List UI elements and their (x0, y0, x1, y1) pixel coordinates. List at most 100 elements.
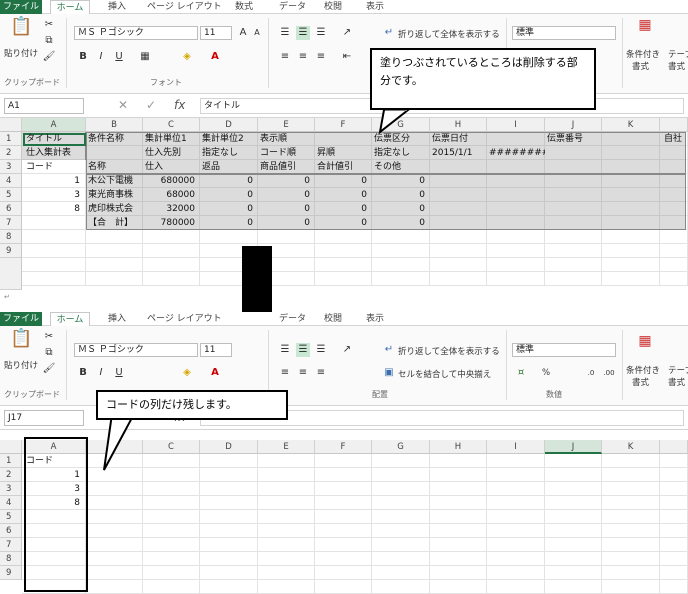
grid-cell[interactable] (430, 566, 487, 580)
grid-cell[interactable] (602, 468, 660, 482)
cell-g1[interactable]: 伝票区分 (372, 132, 430, 146)
grid-cell[interactable] (545, 468, 602, 482)
row-header[interactable]: 5 (0, 510, 22, 524)
grid-cell[interactable] (315, 272, 372, 286)
grid-cell[interactable] (372, 510, 430, 524)
enter-icon[interactable]: ✓ (146, 98, 156, 112)
grid-cell[interactable] (487, 552, 545, 566)
tab-review[interactable]: 校閲 (324, 0, 342, 14)
grid-cell[interactable] (22, 258, 86, 272)
grid-cell[interactable] (200, 510, 258, 524)
grid-cell[interactable] (143, 538, 200, 552)
font-name-select[interactable]: ＭＳ Ｐゴシック (74, 343, 198, 357)
currency-icon[interactable]: ¤ (514, 366, 528, 380)
cell-b6[interactable]: 虎印株式会 (86, 202, 143, 216)
grid-cell[interactable] (372, 524, 430, 538)
grid-cell[interactable] (315, 510, 372, 524)
column-header[interactable]: E (258, 118, 315, 132)
cell-a1[interactable]: タイトル (24, 132, 86, 146)
cell-d4[interactable]: 0 (200, 174, 255, 188)
grid-cell[interactable] (372, 230, 430, 244)
grid-cell[interactable] (86, 496, 143, 510)
grid-cell[interactable] (143, 482, 200, 496)
grid-cell[interactable] (143, 510, 200, 524)
grid-cell[interactable] (200, 538, 258, 552)
cell-c1[interactable]: 集計単位1 (143, 132, 200, 146)
row-header[interactable]: 7 (0, 538, 22, 552)
cancel-icon[interactable]: ✕ (118, 98, 128, 112)
grid-cell[interactable] (487, 468, 545, 482)
cell-a2[interactable]: 仕入集計表 (24, 146, 86, 160)
align-middle-icon[interactable]: ☰ (296, 26, 310, 40)
column-header[interactable]: H (430, 118, 487, 132)
row-header[interactable]: 4 (0, 174, 22, 188)
grid-cell[interactable] (660, 496, 688, 510)
grid-cell[interactable] (660, 454, 688, 468)
grid-cell[interactable] (200, 496, 258, 510)
grid-cell[interactable] (660, 230, 688, 244)
column-header[interactable]: J (545, 440, 602, 454)
row-header[interactable]: 2 (0, 468, 22, 482)
grid-cell[interactable] (545, 258, 602, 272)
grid-cell[interactable] (258, 496, 315, 510)
grid-cell[interactable] (143, 454, 200, 468)
number-format-select[interactable]: 標準 (512, 26, 616, 40)
grid-cell[interactable] (545, 538, 602, 552)
cell-a6[interactable]: 8 (24, 202, 82, 216)
cell-d7[interactable]: 0 (200, 216, 255, 230)
grid-cell[interactable] (372, 566, 430, 580)
column-header[interactable]: K (602, 118, 660, 132)
grid-cell[interactable] (602, 454, 660, 468)
grid-cell[interactable] (430, 272, 487, 286)
format-painter-icon[interactable]: 🖌 (42, 50, 56, 64)
grid-cell[interactable] (86, 482, 143, 496)
cell-c3[interactable]: 仕入 (143, 160, 200, 174)
grid-cell[interactable] (315, 482, 372, 496)
grid-cell[interactable] (258, 230, 315, 244)
format-painter-icon[interactable]: 🖌 (42, 362, 56, 376)
column-header[interactable]: G (372, 440, 430, 454)
wrap-text-button[interactable]: 折り返して全体を表示する (398, 345, 500, 357)
grid-cell[interactable] (258, 454, 315, 468)
column-header[interactable]: A (22, 118, 86, 132)
font-color-icon[interactable]: A (208, 50, 222, 64)
cell-c4[interactable]: 680000 (143, 174, 197, 188)
row-header[interactable]: 1 (0, 132, 22, 146)
bold-icon[interactable]: B (76, 50, 90, 64)
grid-cell[interactable] (660, 580, 688, 594)
cell-i2[interactable]: ######## (487, 146, 545, 160)
column-header[interactable]: I (487, 118, 545, 132)
row-header[interactable]: 7 (0, 216, 22, 230)
grid-cell[interactable] (258, 538, 315, 552)
underline-icon[interactable]: U (112, 50, 126, 64)
cut-icon[interactable]: ✂ (42, 18, 56, 32)
align-right-icon[interactable]: ≡ (314, 366, 328, 380)
cell-b5[interactable]: 東光商事株 (86, 188, 143, 202)
cell-j1[interactable]: 伝票番号 (545, 132, 602, 146)
cell-d5[interactable]: 0 (200, 188, 255, 202)
cell-b7[interactable]: 【合 計】 (86, 216, 143, 230)
grid-cell[interactable] (86, 524, 143, 538)
grid-cell[interactable] (372, 482, 430, 496)
grid-cell[interactable] (545, 524, 602, 538)
cell-g6[interactable]: 0 (372, 202, 427, 216)
font-name-select[interactable]: ＭＳ Ｐゴシック (74, 26, 198, 40)
grid-cell[interactable] (200, 580, 258, 594)
wrap-text-icon[interactable]: ↵ (382, 343, 396, 357)
cut-icon[interactable]: ✂ (42, 330, 56, 344)
cell-a5[interactable]: 3 (24, 188, 82, 202)
row-header[interactable]: 6 (0, 524, 22, 538)
grid-cell[interactable] (22, 216, 86, 230)
grid-cell[interactable] (430, 258, 487, 272)
conditional-format-label-2[interactable]: 書式 (632, 376, 649, 388)
row-header[interactable]: 9 (0, 244, 22, 258)
column-header[interactable]: F (315, 118, 372, 132)
grid-cell[interactable] (430, 580, 487, 594)
select-all-corner[interactable] (0, 440, 22, 454)
align-middle-icon[interactable]: ☰ (296, 343, 310, 357)
percent-button[interactable]: % (542, 368, 550, 378)
number-format-select[interactable]: 標準 (512, 343, 616, 357)
tab-data[interactable]: データ (279, 0, 306, 14)
cell-b1[interactable]: 条件名称 (86, 132, 143, 146)
grid-cell[interactable] (372, 454, 430, 468)
